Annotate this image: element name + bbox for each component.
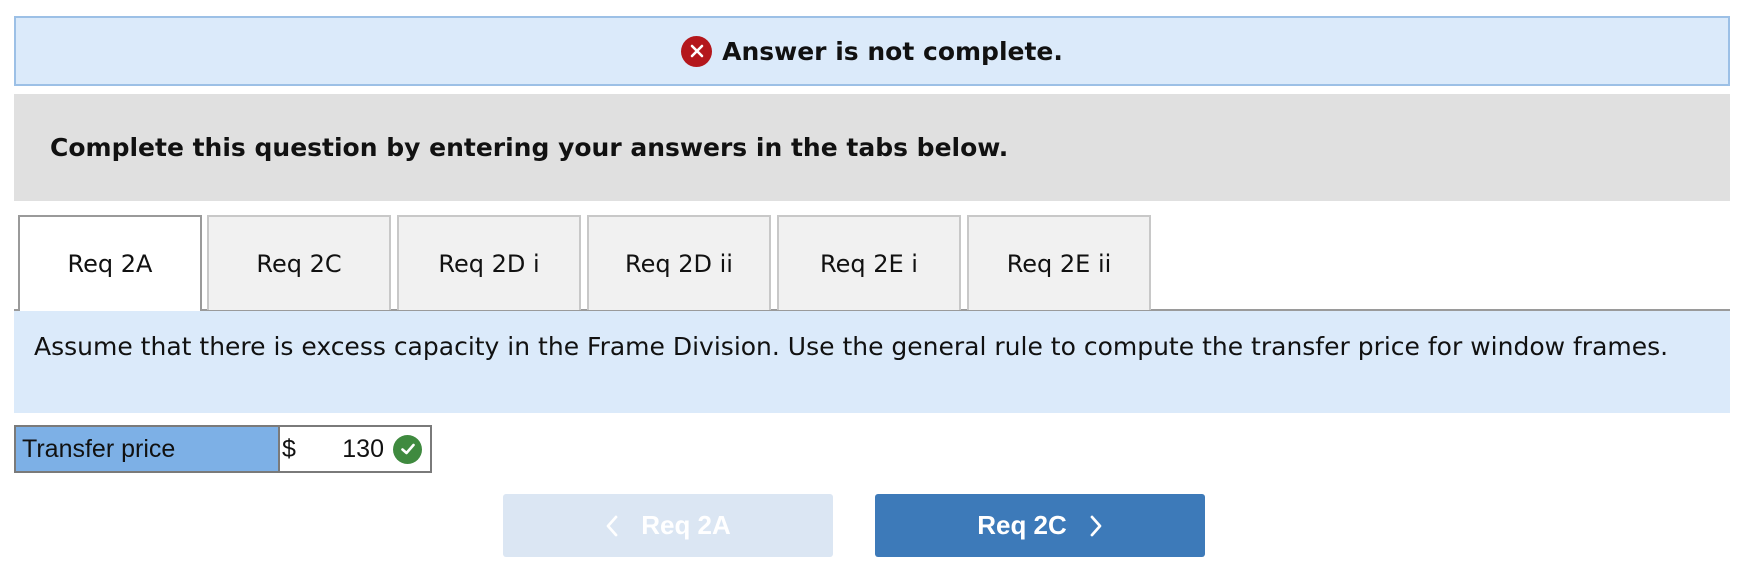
next-button[interactable]: Req 2C bbox=[875, 494, 1205, 557]
error-x-icon bbox=[681, 35, 713, 67]
tab-req-2e-ii[interactable]: Req 2E ii bbox=[967, 215, 1151, 310]
instructions-text: Complete this question by entering your … bbox=[50, 133, 1009, 162]
check-circle-icon bbox=[393, 434, 422, 464]
transfer-price-value[interactable]: 130 bbox=[342, 435, 384, 464]
next-button-label: Req 2C bbox=[977, 510, 1067, 540]
banner-title: Answer is not complete. bbox=[722, 36, 1063, 66]
tab-req-2d-ii[interactable]: Req 2D ii bbox=[587, 215, 771, 310]
tab-req-2c[interactable]: Req 2C bbox=[207, 215, 391, 310]
transfer-price-label: Transfer price bbox=[16, 427, 280, 471]
question-panel: Assume that there is excess capacity in … bbox=[14, 311, 1730, 413]
answer-row: Transfer price $ 130 bbox=[14, 425, 432, 473]
prev-button-label: Req 2A bbox=[641, 510, 731, 540]
tab-req-2d-i[interactable]: Req 2D i bbox=[397, 215, 581, 310]
transfer-price-input[interactable]: $ 130 bbox=[280, 427, 430, 471]
instructions-panel: Complete this question by entering your … bbox=[14, 94, 1730, 201]
tab-req-2a[interactable]: Req 2A bbox=[18, 215, 202, 311]
chevron-left-icon bbox=[605, 514, 619, 538]
prev-button: Req 2A bbox=[503, 494, 833, 557]
tab-req-2e-i[interactable]: Req 2E i bbox=[777, 215, 961, 310]
status-banner: Answer is not complete. bbox=[14, 16, 1730, 86]
question-text: Assume that there is excess capacity in … bbox=[34, 332, 1669, 361]
tab-bar: Req 2A Req 2C Req 2D i Req 2D ii Req 2E … bbox=[14, 215, 1730, 311]
chevron-right-icon bbox=[1089, 514, 1103, 538]
currency-symbol: $ bbox=[282, 434, 296, 463]
